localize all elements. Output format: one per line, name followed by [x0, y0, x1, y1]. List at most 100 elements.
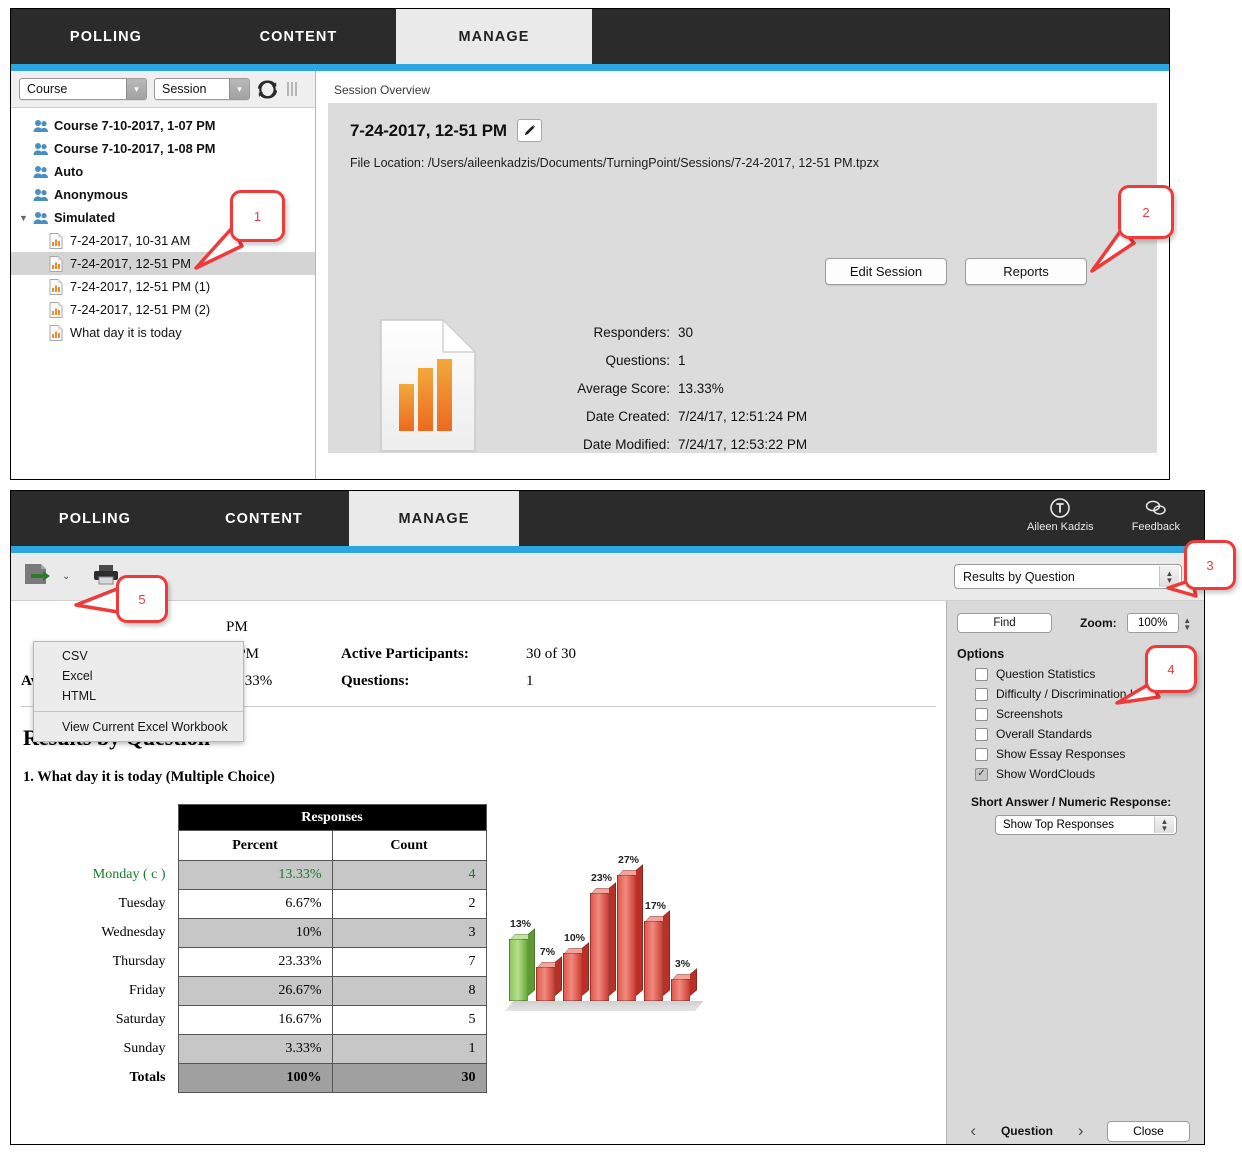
chart-bar: 17% [644, 921, 663, 1001]
export-menu-excel[interactable]: Excel [34, 666, 243, 686]
disclosure-triangle-icon[interactable]: ▼ [19, 213, 33, 223]
short-answer-label: Short Answer / Numeric Response: [947, 781, 1204, 809]
results-bar-chart: 13% 7% 10% [501, 836, 701, 1011]
export-button[interactable]: ⌄ [23, 562, 70, 591]
totals-percent: 100% [178, 1064, 332, 1093]
row-label: Monday ( c ) [23, 861, 178, 890]
chart-bar: 10% [563, 953, 582, 1001]
session-list-item[interactable]: What day it is today [11, 321, 315, 344]
chevron-right-icon[interactable]: › [1068, 1121, 1093, 1141]
chevron-down-icon[interactable]: ⌄ [62, 571, 70, 582]
export-menu-csv[interactable]: CSV [34, 646, 243, 666]
edit-session-button[interactable]: Edit Session [825, 258, 947, 285]
session-file-icon [49, 279, 70, 295]
chart-bar: 27% [617, 875, 636, 1001]
table-row: Tuesday 6.67% 2 [23, 890, 486, 919]
session-list-item[interactable]: 7-24-2017, 12-51 PM (2) [11, 298, 315, 321]
stat-value: 13.33% [678, 381, 724, 396]
row-count: 2 [332, 890, 486, 919]
option-show-essay-responses[interactable]: Show Essay Responses [947, 741, 1204, 761]
session-select[interactable]: Session ▾ [154, 78, 250, 100]
tab-polling[interactable]: POLLING [11, 9, 201, 64]
chart-bar: 7% [536, 967, 555, 1001]
export-menu-html[interactable]: HTML [34, 686, 243, 706]
turningpoint-manage-window: POLLING CONTENT MANAGE Course ▾ Session … [10, 8, 1170, 480]
meta-blank [341, 619, 526, 636]
table-column-header-row: Percent Count [23, 831, 486, 861]
checkbox[interactable] [975, 728, 988, 741]
row-count: 7 [332, 948, 486, 977]
stat-key: Questions: [528, 353, 678, 368]
session-stats-list: Responders: 30 Questions: 1 Average Scor… [528, 318, 807, 458]
callout-2-bubble: 2 [1118, 185, 1174, 239]
session-document-icon [328, 318, 528, 458]
tab-manage[interactable]: MANAGE [349, 491, 519, 546]
tree-group-row[interactable]: Course 7-10-2017, 1-07 PM [11, 114, 315, 137]
active-participants-value: 30 of 30 [526, 646, 646, 663]
people-icon [33, 142, 54, 156]
tree-group-row[interactable]: Course 7-10-2017, 1-08 PM [11, 137, 315, 160]
totals-count: 30 [332, 1064, 486, 1093]
stat-key: Average Score: [528, 381, 678, 396]
option-overall-standards[interactable]: Overall Standards [947, 721, 1204, 741]
people-icon [33, 165, 54, 179]
report-type-value: Results by Question [963, 570, 1075, 584]
checkbox-checked[interactable] [975, 768, 988, 781]
responses-span-header: Responses [178, 805, 486, 831]
table-corner-blank [23, 831, 178, 861]
short-answer-select[interactable]: Show Top Responses ▲▼ [995, 815, 1177, 835]
account-button[interactable]: Aileen Kadzis [1027, 497, 1094, 533]
chart-floor [505, 1001, 703, 1011]
stepper-icon[interactable]: ▲▼ [1154, 817, 1174, 833]
option-label: Overall Standards [996, 727, 1092, 741]
find-button[interactable]: Find [957, 613, 1052, 633]
file-location-text: File Location: /Users/aileenkadzis/Docum… [328, 142, 1157, 170]
row-label: Friday [23, 977, 178, 1006]
tree-item-label: 7-24-2017, 10-31 AM [70, 233, 190, 248]
tree-item-label: Auto [54, 164, 83, 179]
session-select-value: Session [162, 82, 206, 96]
chevron-left-icon[interactable]: ‹ [961, 1121, 986, 1141]
row-percent: 6.67% [178, 890, 332, 919]
row-label: Saturday [23, 1006, 178, 1035]
checkbox[interactable] [975, 668, 988, 681]
table-row: Wednesday 10% 3 [23, 919, 486, 948]
option-show-wordclouds[interactable]: Show WordClouds [947, 761, 1204, 781]
callout-4: 4 [1125, 645, 1225, 723]
grip-handle-icon[interactable] [287, 82, 297, 96]
feedback-button[interactable]: Feedback [1132, 497, 1180, 533]
session-file-icon [49, 233, 70, 249]
tab-manage[interactable]: MANAGE [396, 9, 592, 64]
short-answer-value: Show Top Responses [1003, 819, 1114, 831]
checkbox[interactable] [975, 708, 988, 721]
totals-label: Totals [23, 1064, 178, 1093]
checkbox[interactable] [975, 748, 988, 761]
pencil-icon[interactable] [517, 119, 542, 142]
session-title-row: 7-24-2017, 12-51 PM [328, 103, 1157, 142]
callout-4-bubble: 4 [1145, 645, 1197, 693]
session-overview-card: 7-24-2017, 12-51 PM File Location: /User… [328, 103, 1157, 453]
reports-button[interactable]: Reports [965, 258, 1087, 285]
close-button[interactable]: Close [1107, 1121, 1190, 1142]
refresh-icon[interactable] [257, 79, 278, 100]
export-dropdown-menu: CSV Excel HTML View Current Excel Workbo… [33, 641, 244, 742]
table-row: Saturday 16.67% 5 [23, 1006, 486, 1035]
checkbox[interactable] [975, 688, 988, 701]
user-zone: Aileen Kadzis Feedback [1027, 491, 1204, 546]
course-select[interactable]: Course ▾ [19, 78, 147, 100]
results-area: Responses Percent Count Monday ( c ) 13.… [11, 786, 946, 1093]
callout-3: 3 [1162, 540, 1242, 618]
tab-content[interactable]: CONTENT [201, 9, 396, 64]
table-row: Thursday 23.33% 7 [23, 948, 486, 977]
report-type-select[interactable]: Results by Question ▲▼ [954, 564, 1182, 589]
questions-label: Questions: [341, 673, 526, 690]
screenshot-root: POLLING CONTENT MANAGE Course ▾ Session … [0, 0, 1242, 1153]
tab-polling[interactable]: POLLING [11, 491, 179, 546]
export-menu-view-current-excel-workbook[interactable]: View Current Excel Workbook [34, 717, 243, 737]
option-label: Screenshots [996, 707, 1063, 721]
tab-content[interactable]: CONTENT [179, 491, 349, 546]
accent-bar [11, 64, 1169, 71]
tree-group-row[interactable]: Auto [11, 160, 315, 183]
row-percent: 3.33% [178, 1035, 332, 1064]
chart-bar: 23% [590, 893, 609, 1001]
